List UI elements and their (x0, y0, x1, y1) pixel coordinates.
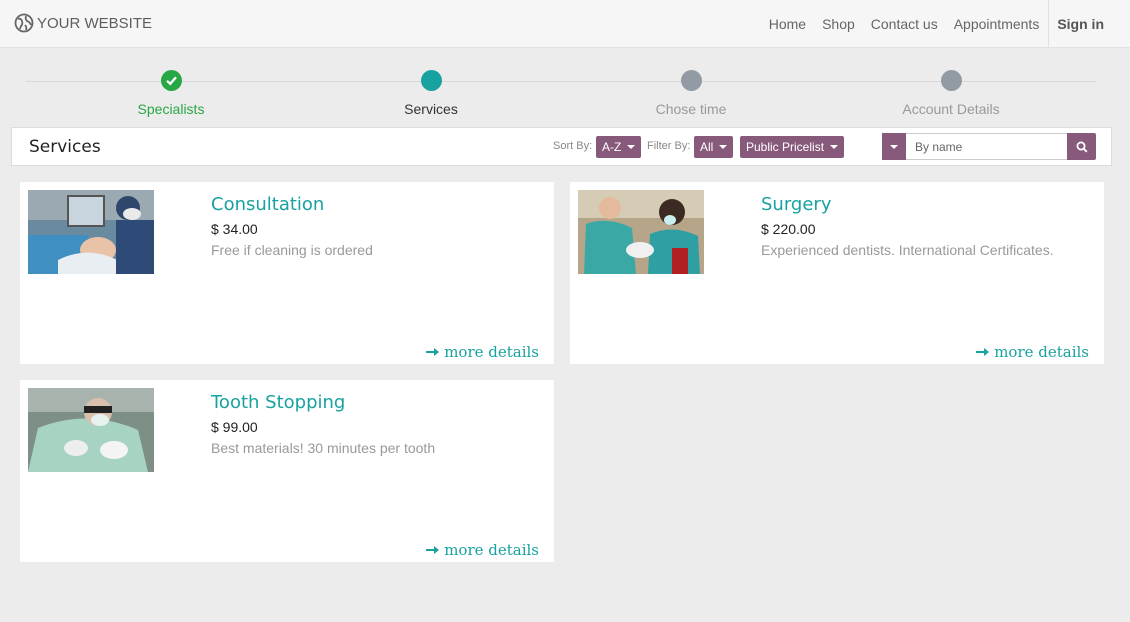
filter-value: All (700, 140, 714, 154)
globe-icon (14, 13, 34, 33)
progress-steps: Specialists Services Chose time Account … (26, 70, 1096, 122)
more-details-label: more details (994, 343, 1089, 361)
service-card-tooth-stopping[interactable]: Tooth Stopping $ 99.00 Best materials! 3… (20, 380, 554, 562)
search-input[interactable] (906, 133, 1067, 160)
pricelist-dropdown[interactable]: Public Pricelist (740, 136, 845, 158)
main-nav: Home Shop Contact us Appointments Sign i… (761, 0, 1130, 48)
service-price: $ 220.00 (761, 221, 816, 237)
search-group (882, 133, 1096, 160)
service-description: Experienced dentists. International Cert… (761, 242, 1054, 258)
service-description: Best materials! 30 minutes per tooth (211, 440, 436, 456)
search-options-button[interactable] (882, 133, 906, 160)
step-account-details[interactable]: Account Details (841, 70, 1061, 117)
more-details-link[interactable]: more details (976, 343, 1089, 361)
service-image (28, 388, 154, 472)
sort-dropdown[interactable]: A-Z (596, 136, 642, 158)
step-label: Chose time (655, 101, 727, 117)
step-chose-time[interactable]: Chose time (581, 70, 801, 117)
check-icon (160, 70, 182, 91)
page-title: Services (29, 137, 101, 157)
search-button[interactable] (1067, 133, 1096, 160)
sort-label: Sort By: (553, 140, 593, 152)
caret-down-icon (719, 145, 728, 149)
step-dot (940, 70, 962, 91)
service-name[interactable]: Tooth Stopping (211, 392, 345, 413)
step-dot (420, 70, 442, 91)
more-details-link[interactable]: more details (426, 541, 539, 559)
service-price: $ 34.00 (211, 221, 258, 237)
nav-sign-in[interactable]: Sign in (1048, 0, 1130, 48)
service-price: $ 99.00 (211, 419, 258, 435)
step-label: Specialists (137, 101, 205, 117)
service-image (578, 190, 704, 274)
arrow-right-icon (426, 348, 440, 356)
service-description: Free if cleaning is ordered (211, 242, 373, 258)
sort-value: A-Z (602, 140, 622, 154)
more-details-label: more details (444, 541, 539, 559)
arrow-right-icon (976, 348, 990, 356)
service-name[interactable]: Surgery (761, 194, 831, 215)
pricelist-value: Public Pricelist (746, 140, 825, 154)
caret-down-icon (627, 145, 636, 149)
search-icon (1076, 141, 1088, 153)
nav-shop[interactable]: Shop (814, 0, 863, 48)
more-details-label: more details (444, 343, 539, 361)
filter-label: Filter By: (647, 140, 691, 152)
brand-name: YOUR WEBSITE (37, 14, 153, 32)
step-services[interactable]: Services (321, 70, 541, 117)
caret-down-icon (830, 145, 839, 149)
caret-down-icon (890, 144, 898, 149)
step-label: Account Details (902, 101, 1000, 117)
service-card-surgery[interactable]: Surgery $ 220.00 Experienced dentists. I… (570, 182, 1104, 364)
step-dot (680, 70, 702, 91)
nav-contact-us[interactable]: Contact us (863, 0, 946, 48)
brand-logo[interactable]: YOUR WEBSITE (14, 13, 152, 33)
service-image (28, 190, 154, 274)
service-card-consultation[interactable]: Consultation $ 34.00 Free if cleaning is… (20, 182, 554, 364)
filter-dropdown[interactable]: All (694, 136, 734, 158)
step-label: Services (404, 101, 458, 117)
top-navbar: YOUR WEBSITE Home Shop Contact us Appoin… (0, 0, 1130, 48)
nav-home[interactable]: Home (761, 0, 814, 48)
more-details-link[interactable]: more details (426, 343, 539, 361)
arrow-right-icon (426, 546, 440, 554)
nav-appointments[interactable]: Appointments (946, 0, 1048, 48)
step-specialists[interactable]: Specialists (61, 70, 281, 117)
service-name[interactable]: Consultation (211, 194, 324, 215)
services-toolbar: Services Sort By: A-Z Filter By: All Pub… (11, 127, 1112, 166)
